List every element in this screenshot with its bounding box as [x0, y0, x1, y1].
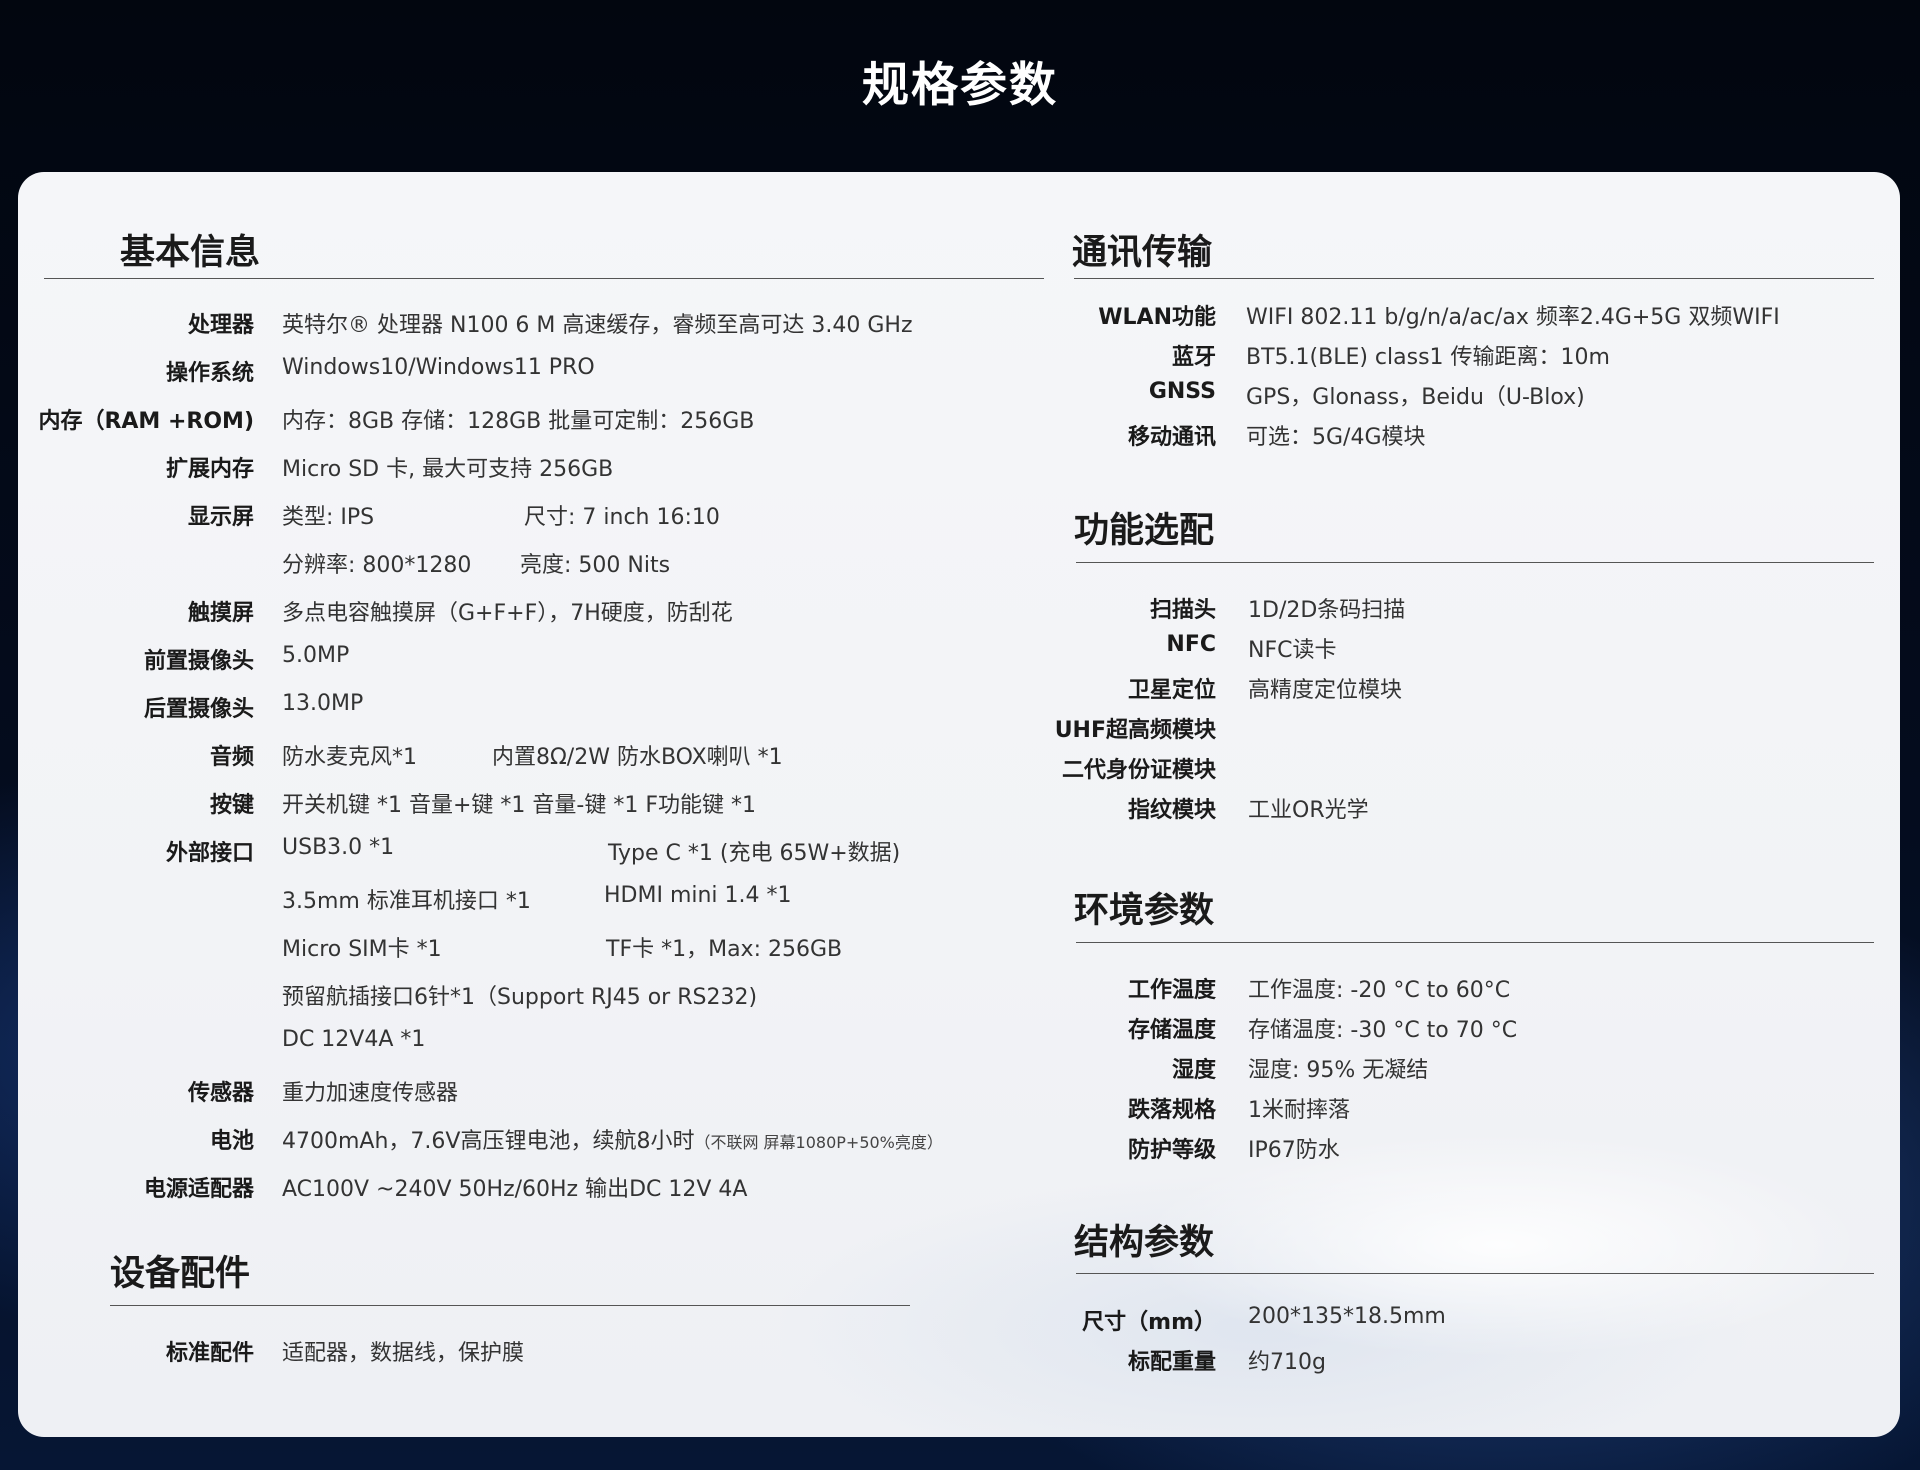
spec-value: IP67防水	[1248, 1138, 1340, 1163]
spec-label: NFC	[1166, 632, 1216, 657]
spec-value: 尺寸: 7 inch 16:10	[524, 505, 720, 530]
section-title-basic: 基本信息	[120, 233, 261, 273]
section-divider	[1076, 1273, 1874, 1274]
spec-label: 尺寸（mm）	[1082, 1310, 1216, 1335]
spec-card: 基本信息 处理器 英特尔® 处理器 N100 6 M 高速缓存，睿频至高可达 3.4…	[18, 172, 1900, 1437]
spec-label: UHF超高频模块	[1054, 718, 1216, 743]
spec-value: 200*135*18.5mm	[1248, 1304, 1446, 1329]
spec-value: 亮度: 500 Nits	[520, 553, 671, 578]
section-divider	[44, 278, 1044, 279]
spec-value: WIFI 802.11 b/g/n/a/ac/ax 频率2.4G+5G 双频WI…	[1246, 305, 1780, 330]
spec-label: 移动通讯	[1127, 425, 1216, 450]
spec-label: 扫描头	[1149, 598, 1216, 623]
spec-label: 标配重量	[1127, 1350, 1216, 1375]
spec-label: 防护等级	[1127, 1138, 1216, 1163]
spec-label: 指纹模块	[1127, 798, 1216, 823]
spec-label: 二代身份证模块	[1061, 758, 1216, 783]
spec-value: Micro SD 卡, 最大可支持 256GB	[282, 457, 614, 482]
spec-value: 分辨率: 800*1280	[282, 553, 472, 578]
section-title-structure: 结构参数	[1074, 1223, 1215, 1263]
spec-label: 存储温度	[1127, 1018, 1216, 1043]
spec-value: Micro SIM卡 *1	[282, 937, 442, 962]
spec-label: 电源适配器	[143, 1177, 254, 1202]
spec-label: 跌落规格	[1127, 1098, 1216, 1123]
section-title-comm: 通讯传输	[1072, 233, 1213, 273]
spec-value: 工业OR光学	[1248, 798, 1369, 823]
section-title-accessories: 设备配件	[110, 1254, 251, 1294]
spec-label: 外部接口	[165, 841, 254, 866]
section-divider	[1076, 942, 1874, 943]
spec-value: 工作温度: -20 °C to 60°C	[1248, 978, 1511, 1003]
spec-value: HDMI mini 1.4 *1	[604, 883, 792, 908]
spec-value: AC100V ~240V 50Hz/60Hz 输出DC 12V 4A	[282, 1177, 748, 1202]
spec-label: 湿度	[1171, 1058, 1216, 1083]
spec-value: 湿度: 95% 无凝结	[1248, 1058, 1429, 1083]
spec-label: GNSS	[1148, 379, 1216, 404]
spec-value: 约710g	[1248, 1350, 1326, 1375]
spec-value: TF卡 *1，Max: 256GB	[606, 937, 843, 962]
spec-label: 显示屏	[187, 505, 254, 530]
spec-value: BT5.1(BLE) class1 传输距离：10m	[1246, 345, 1610, 370]
spec-value: GPS，Glonass，Beidu（U-Blox)	[1246, 385, 1585, 410]
spec-value: 类型: IPS	[282, 505, 375, 530]
spec-label: 蓝牙	[1171, 345, 1216, 370]
section-title-options: 功能选配	[1074, 511, 1215, 551]
spec-value: 高精度定位模块	[1248, 678, 1403, 703]
spec-label: WLAN功能	[1098, 305, 1216, 330]
spec-label: 扩展内存	[165, 457, 254, 482]
spec-value: 3.5mm 标准耳机接口 *1	[282, 889, 531, 914]
section-title-env: 环境参数	[1074, 891, 1215, 931]
spec-value: 1D/2D条码扫描	[1248, 598, 1406, 623]
spec-value: 存储温度: -30 °C to 70 °C	[1248, 1018, 1518, 1043]
spec-label: 工作温度	[1127, 978, 1216, 1003]
spec-value: 可选：5G/4G模块	[1246, 425, 1426, 450]
spec-value: 1米耐摔落	[1248, 1098, 1350, 1123]
spec-value: Type C *1 (充电 65W+数据)	[608, 841, 901, 866]
page-title: 规格参数	[862, 58, 1058, 113]
spec-value: USB3.0 *1	[282, 835, 395, 860]
spec-value: NFC读卡	[1248, 638, 1337, 663]
spec-label: 卫星定位	[1127, 678, 1216, 703]
section-divider	[1074, 278, 1874, 279]
section-divider	[1076, 562, 1874, 563]
